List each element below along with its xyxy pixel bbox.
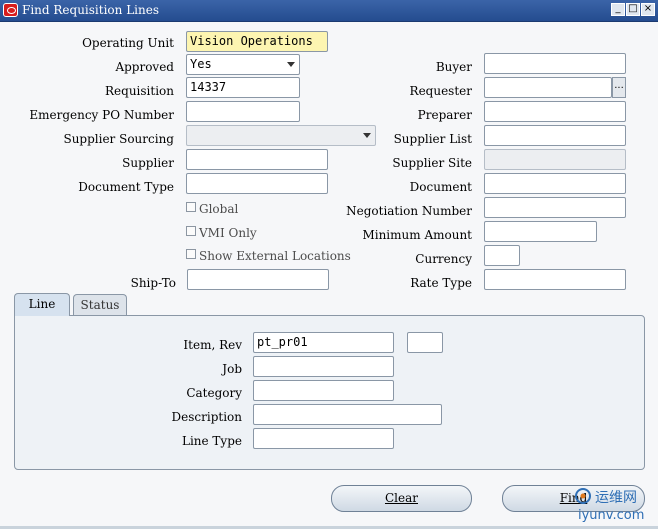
currency-label: Currency bbox=[415, 252, 472, 266]
item-field[interactable]: pt_pr01 bbox=[253, 332, 394, 353]
line-type-label: Line Type bbox=[181, 434, 242, 448]
document-label: Document bbox=[409, 180, 472, 194]
title-bar: Find Requisition Lines _ □ × bbox=[0, 0, 658, 22]
document-type-label: Document Type bbox=[78, 180, 174, 194]
close-button[interactable]: × bbox=[641, 3, 655, 16]
operating-unit-field[interactable]: Vision Operations bbox=[186, 31, 328, 52]
vmi-only-checkbox[interactable] bbox=[186, 226, 196, 236]
supplier-list-field[interactable] bbox=[484, 125, 626, 146]
vmi-only-label: VMI Only bbox=[199, 226, 257, 240]
tab-line[interactable]: Line bbox=[14, 293, 70, 316]
show-external-checkbox[interactable] bbox=[186, 249, 196, 259]
supplier-list-label: Supplier List bbox=[393, 132, 472, 146]
approved-label: Approved bbox=[115, 60, 174, 74]
supplier-site-label: Supplier Site bbox=[392, 156, 472, 170]
description-label: Description bbox=[171, 410, 242, 424]
approved-select[interactable]: Yes bbox=[186, 54, 300, 75]
minimum-amount-field[interactable] bbox=[484, 221, 597, 242]
currency-field[interactable] bbox=[484, 245, 520, 266]
requisition-label: Requisition bbox=[105, 84, 174, 98]
buyer-field[interactable] bbox=[484, 53, 626, 74]
description-field[interactable] bbox=[253, 404, 442, 425]
tab-status[interactable]: Status bbox=[73, 294, 127, 316]
category-field[interactable] bbox=[253, 380, 394, 401]
clear-button[interactable]: Clear bbox=[331, 485, 472, 512]
revision-field[interactable] bbox=[407, 332, 443, 353]
minimize-button[interactable]: _ bbox=[611, 3, 625, 16]
requester-field[interactable] bbox=[484, 77, 612, 98]
supplier-sourcing-select[interactable] bbox=[186, 125, 376, 146]
job-field[interactable] bbox=[253, 356, 394, 377]
emergency-po-label: Emergency PO Number bbox=[29, 108, 174, 122]
find-button-label: Find bbox=[559, 491, 588, 505]
global-checkbox[interactable] bbox=[186, 202, 196, 212]
global-label: Global bbox=[199, 202, 239, 216]
chevron-down-icon bbox=[287, 62, 295, 67]
preparer-label: Preparer bbox=[417, 108, 472, 122]
minimum-amount-label: Minimum Amount bbox=[362, 228, 472, 242]
clear-button-label: Clear bbox=[384, 491, 418, 505]
rate-type-label: Rate Type bbox=[410, 276, 472, 290]
supplier-sourcing-label: Supplier Sourcing bbox=[63, 132, 174, 146]
requester-label: Requester bbox=[409, 84, 472, 98]
emergency-po-field[interactable] bbox=[186, 101, 300, 122]
chevron-down-icon bbox=[363, 133, 371, 138]
operating-unit-label: Operating Unit bbox=[82, 36, 174, 50]
approved-value: Yes bbox=[190, 57, 212, 71]
negotiation-number-field[interactable] bbox=[484, 197, 626, 218]
document-field[interactable] bbox=[484, 173, 626, 194]
document-type-field[interactable] bbox=[186, 173, 328, 194]
supplier-label: Supplier bbox=[122, 156, 174, 170]
ship-to-label: Ship-To bbox=[130, 276, 176, 290]
line-type-field[interactable] bbox=[253, 428, 394, 449]
find-button[interactable]: Find bbox=[502, 485, 645, 512]
preparer-field[interactable] bbox=[484, 101, 626, 122]
oracle-app-icon bbox=[3, 3, 18, 17]
category-label: Category bbox=[186, 386, 242, 400]
ship-to-field[interactable] bbox=[187, 269, 329, 290]
rate-type-field[interactable] bbox=[484, 269, 626, 290]
requisition-field[interactable]: 14337 bbox=[186, 77, 300, 98]
requester-lov-button[interactable]: ... bbox=[612, 77, 626, 98]
supplier-field[interactable] bbox=[186, 149, 328, 170]
supplier-site-field[interactable] bbox=[484, 149, 626, 170]
negotiation-number-label: Negotiation Number bbox=[346, 204, 472, 218]
item-rev-label: Item, Rev bbox=[183, 338, 242, 352]
job-label: Job bbox=[222, 362, 242, 376]
show-external-label: Show External Locations bbox=[199, 249, 351, 263]
buyer-label: Buyer bbox=[435, 60, 472, 74]
maximize-button[interactable]: □ bbox=[626, 3, 640, 16]
window-title: Find Requisition Lines bbox=[22, 3, 159, 17]
